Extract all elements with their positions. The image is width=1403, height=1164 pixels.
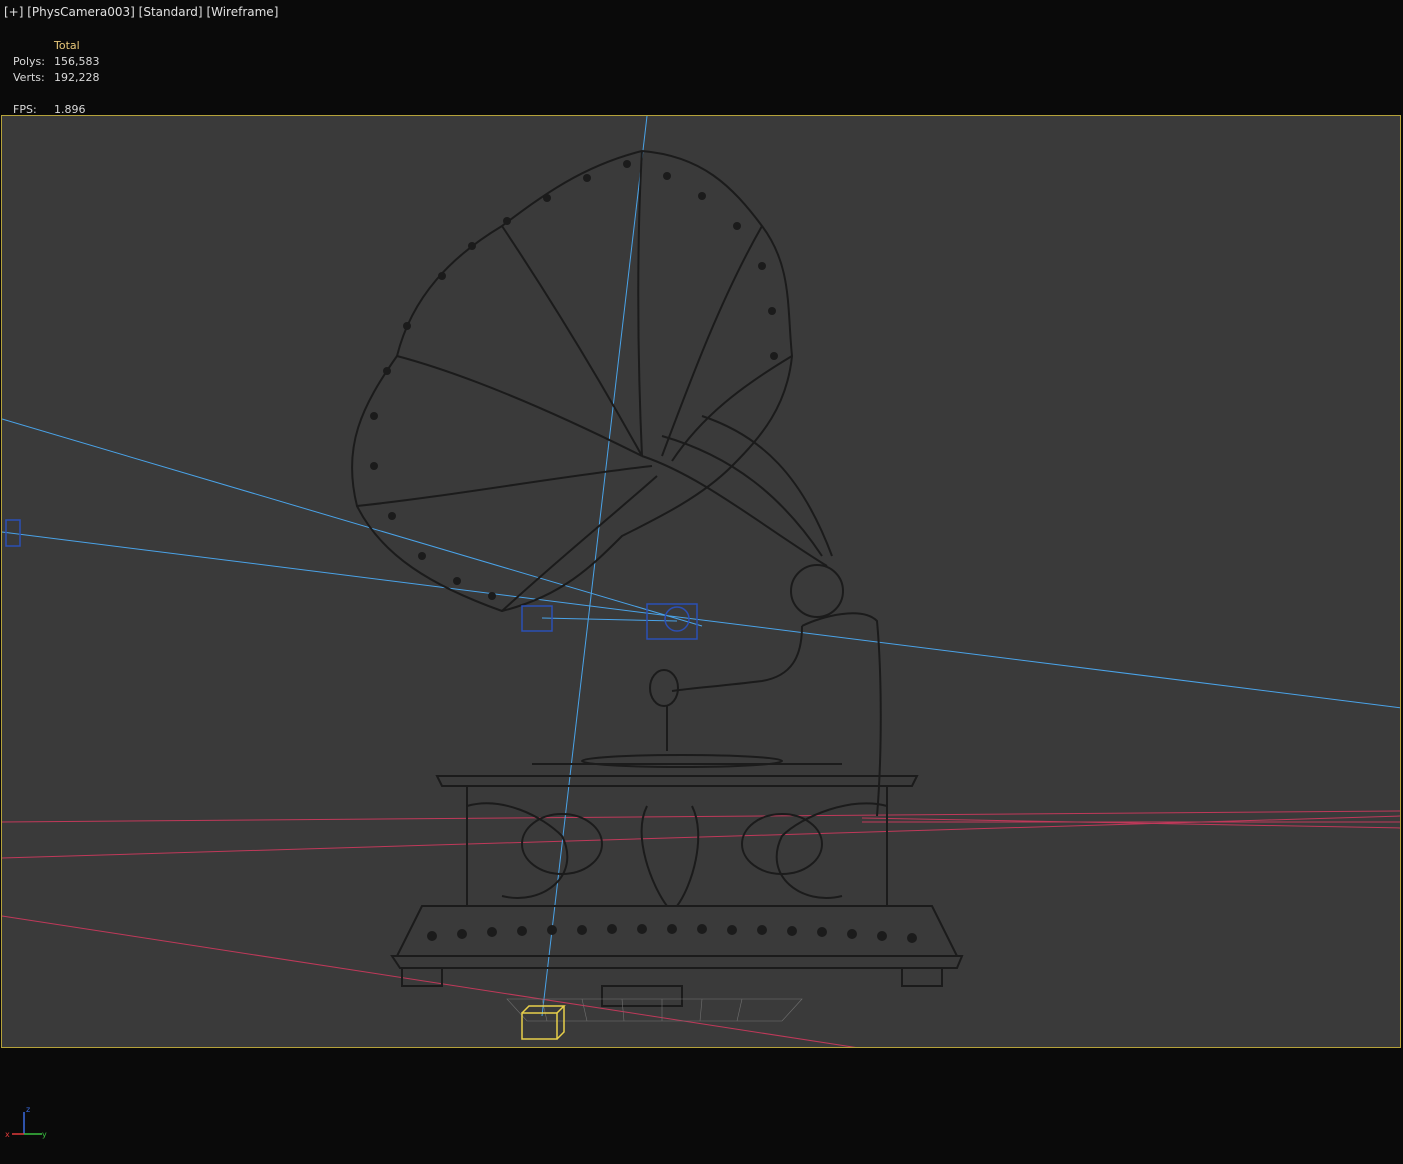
cabinet-beads — [427, 924, 917, 943]
polys-value: 156,583 — [54, 55, 100, 68]
tone-arm — [649, 564, 882, 817]
gramophone-horn — [350, 149, 833, 613]
camera-cone-lines — [2, 116, 1400, 1017]
shading-selector[interactable]: [Standard] — [139, 5, 203, 19]
verts-value: 192,228 — [54, 71, 100, 84]
scene-canvas[interactable] — [2, 116, 1401, 1048]
y-axis-label: y — [42, 1130, 47, 1139]
z-axis-label: z — [26, 1105, 30, 1114]
display-mode-selector[interactable]: [Wireframe] — [206, 5, 278, 19]
stats-header: Total — [54, 39, 80, 52]
viewport-safe-frame[interactable] — [1, 115, 1401, 1048]
camera-selector[interactable]: [PhysCamera003] — [27, 5, 135, 19]
polys-label: Polys: — [13, 55, 45, 68]
axis-tripod: z y x — [4, 1104, 54, 1144]
viewport-menu[interactable]: [+] — [4, 5, 23, 19]
ground-patch — [506, 998, 803, 1022]
viewport-label: [+] [PhysCamera003] [Standard] [Wirefram… — [4, 5, 278, 19]
turntable — [532, 754, 842, 768]
verts-label: Verts: — [13, 71, 45, 84]
x-axis-label: x — [5, 1130, 10, 1139]
horn-rivets — [370, 160, 778, 600]
